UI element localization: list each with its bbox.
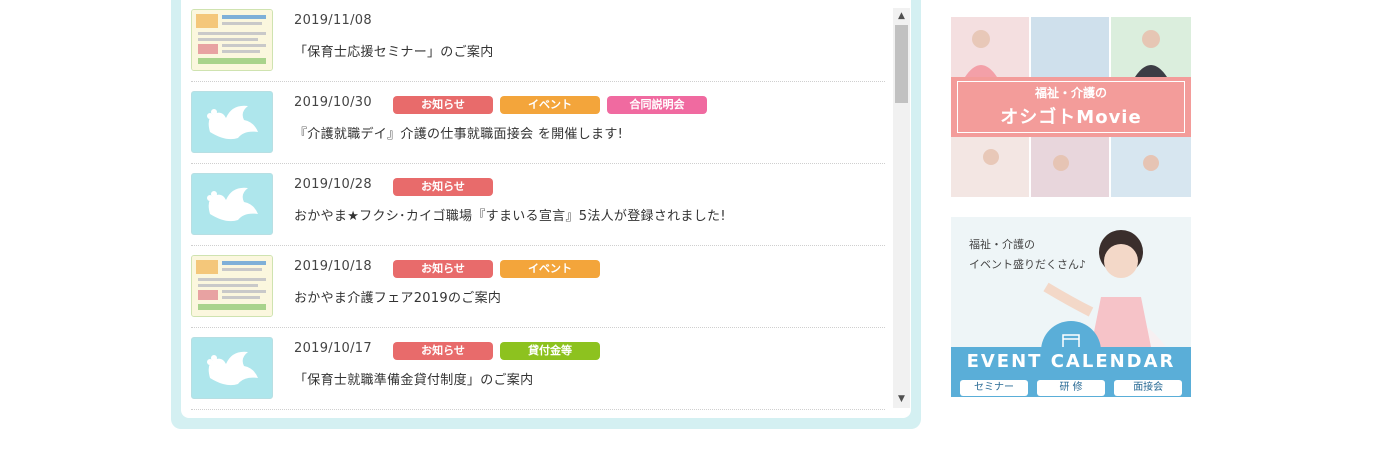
news-item[interactable]: 2019/10/28 お知らせおかやま★フクシ･カイゴ職場『すまいる宣言』5法人が… (191, 164, 885, 246)
news-thumbnail-flyer[interactable] (191, 9, 273, 71)
news-title-link[interactable]: 『介護就職デイ』介護の仕事就職面接会 を開催します! (294, 123, 623, 142)
scroll-thumb[interactable] (895, 25, 908, 103)
news-item[interactable]: 2019/11/08 「保育士応援セミナー」のご案内 (191, 0, 885, 82)
event-pill-training: 研 修 (1037, 380, 1106, 396)
dove-icon[interactable] (191, 91, 273, 153)
news-tags: お知らせ イベント 合同説明会 (393, 96, 714, 114)
news-item[interactable]: 2019/10/30 お知らせ イベント 合同説明会『介護就職デイ』介護の仕事就職面接… (191, 82, 885, 164)
news-item[interactable]: 2019/10/18 お知らせ イベントおかやま介護フェア2019のご案内 (191, 246, 885, 328)
category-tag[interactable]: お知らせ (393, 342, 493, 360)
oshigoto-movie-banner[interactable]: 福祉・介護の オシゴトMovie (951, 17, 1191, 197)
news-tags: お知らせ イベント (393, 260, 607, 278)
category-tag[interactable]: 貸付金等 (500, 342, 600, 360)
news-tags: お知らせ (393, 178, 500, 196)
event-banner-pills: セミナー 研 修 面接会 (960, 375, 1190, 396)
event-pill-interview: 面接会 (1114, 380, 1183, 396)
news-date: 2019/10/17 (294, 341, 372, 356)
chevron-down-icon[interactable]: ▼ (893, 391, 910, 408)
category-tag[interactable]: お知らせ (393, 178, 493, 196)
news-scrollbar[interactable]: ▲ ▼ (893, 8, 910, 408)
category-tag[interactable]: 合同説明会 (607, 96, 707, 114)
movie-banner-subtitle: 福祉・介護の (1034, 86, 1107, 100)
event-handwriting-line2: イベント盛りだくさん♪ (969, 258, 1087, 271)
chevron-up-icon[interactable]: ▲ (893, 8, 910, 25)
movie-banner-band: 福祉・介護の オシゴトMovie (951, 77, 1191, 137)
news-date: 2019/10/18 (294, 259, 372, 274)
category-tag[interactable]: イベント (500, 96, 600, 114)
event-calendar-banner[interactable]: 福祉・介護の イベント盛りだくさん♪ EVENT CALENDAR セミナー 研… (951, 217, 1191, 397)
news-list-container: 2019/11/08 「保育士応援セミナー」のご案内 2019/10/30 お知らせイ… (181, 0, 911, 418)
news-thumbnail-flyer[interactable] (191, 255, 273, 317)
news-date: 2019/10/30 (294, 95, 372, 110)
category-tag[interactable]: お知らせ (393, 96, 493, 114)
event-pill-seminar: セミナー (960, 380, 1028, 396)
event-banner-title: EVENT CALENDAR (966, 351, 1176, 372)
category-tag[interactable]: お知らせ (393, 260, 493, 278)
event-handwriting-line1: 福祉・介護の (969, 238, 1035, 251)
news-list: 2019/11/08 「保育士応援セミナー」のご案内 2019/10/30 お知らせイ… (191, 0, 885, 410)
news-title-link[interactable]: おかやま介護フェア2019のご案内 (294, 287, 501, 306)
news-tags: お知らせ 貸付金等 (393, 342, 607, 360)
category-tag[interactable]: イベント (500, 260, 600, 278)
news-date: 2019/10/28 (294, 177, 372, 192)
news-title-link[interactable]: 「保育士応援セミナー」のご案内 (294, 41, 494, 60)
news-date: 2019/11/08 (294, 13, 372, 28)
news-item[interactable]: 2019/10/17 お知らせ 貸付金等「保育士就職準備金貸付制度」のご案内 (191, 328, 885, 410)
movie-banner-title: オシゴトMovie (1000, 107, 1142, 128)
news-panel: 2019/11/08 「保育士応援セミナー」のご案内 2019/10/30 お知らせイ… (171, 0, 921, 429)
event-banner-handwriting: 福祉・介護の イベント盛りだくさん♪ (969, 235, 1086, 275)
dove-icon[interactable] (191, 173, 273, 235)
dove-icon[interactable] (191, 337, 273, 399)
news-title-link[interactable]: 「保育士就職準備金貸付制度」のご案内 (294, 369, 533, 388)
news-title-link[interactable]: おかやま★フクシ･カイゴ職場『すまいる宣言』5法人が登録されました! (294, 205, 726, 224)
